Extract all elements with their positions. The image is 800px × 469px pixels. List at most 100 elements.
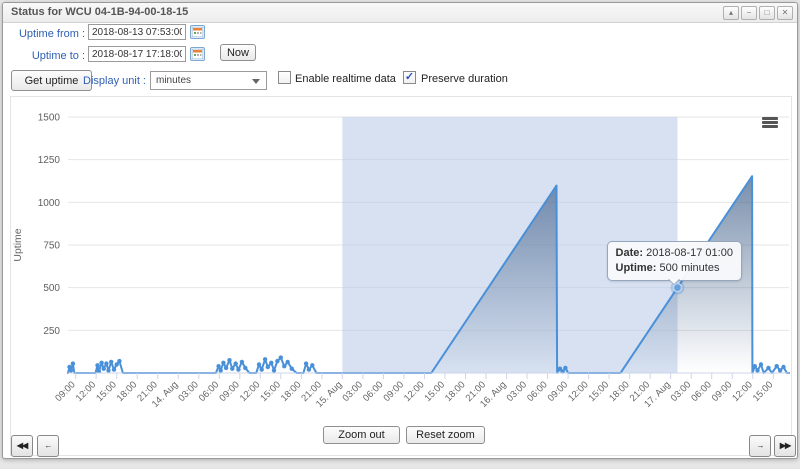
chart-menu-button[interactable]	[759, 114, 781, 134]
data-point	[269, 361, 273, 365]
x-tick-label: 12:00	[238, 379, 263, 404]
page-next-button[interactable]: →	[749, 435, 771, 457]
uptime-from-calendar-icon[interactable]	[190, 25, 205, 39]
data-point	[227, 358, 231, 362]
y-tick-label: 1000	[38, 198, 61, 209]
x-tick-label: 15:00	[751, 379, 776, 404]
x-tick-label: 09:00	[546, 379, 571, 404]
x-tick-label: 15:00	[423, 379, 448, 404]
enable-realtime-checkbox[interactable]	[278, 71, 291, 84]
display-unit-select[interactable]: minutes	[150, 71, 267, 90]
data-point	[240, 360, 244, 364]
tooltip-uptime-label: Uptime:	[616, 262, 657, 274]
uptime-from-input[interactable]	[88, 24, 186, 40]
data-point	[275, 359, 279, 363]
y-tick-label: 750	[43, 241, 60, 252]
x-tick-label: 12:00	[402, 379, 427, 404]
data-point	[221, 361, 225, 365]
x-tick-label: 12:00	[566, 379, 591, 404]
display-unit-value: minutes	[156, 75, 191, 86]
data-point	[216, 364, 220, 368]
x-tick-label: 03:00	[340, 379, 365, 404]
data-point	[243, 366, 247, 370]
x-tick-label: 15:00	[587, 379, 612, 404]
data-point	[260, 367, 264, 371]
x-tick-label: 18:00	[443, 379, 468, 404]
data-point	[766, 366, 770, 370]
page-first-button[interactable]: ◀◀	[11, 435, 33, 457]
data-point	[266, 365, 270, 369]
x-tick-label: 18:00	[115, 379, 140, 404]
close-window-button[interactable]: ✕	[777, 6, 793, 20]
data-point	[775, 364, 779, 368]
data-point	[290, 367, 294, 371]
x-tick-label: 06:00	[689, 379, 714, 404]
minimize-window-button[interactable]: −	[741, 6, 757, 20]
hamburger-icon	[762, 117, 778, 120]
data-point	[304, 361, 308, 365]
data-point	[109, 360, 113, 364]
x-tick-label: 06:00	[361, 379, 386, 404]
x-tick-label: 03:00	[176, 379, 201, 404]
data-point	[563, 366, 567, 370]
y-axis-title: Uptime	[12, 228, 24, 261]
uptime-to-input[interactable]	[88, 46, 186, 62]
page-last-button[interactable]: ▶▶	[774, 435, 796, 457]
data-point	[781, 365, 785, 369]
y-tick-label: 500	[43, 283, 60, 294]
x-tick-label: 03:00	[505, 379, 530, 404]
data-point	[753, 364, 757, 368]
reset-zoom-button[interactable]: Reset zoom	[406, 426, 485, 444]
tooltip-uptime-value: 500 minutes	[660, 262, 720, 274]
data-point	[112, 367, 116, 371]
data-point	[279, 355, 283, 359]
data-point	[759, 362, 763, 366]
data-point	[263, 357, 267, 361]
window-title: Status for WCU 04-1B-94-00-18-15	[11, 6, 188, 18]
data-point	[282, 364, 286, 368]
data-point	[99, 361, 103, 365]
enable-realtime-label: Enable realtime data	[295, 73, 396, 85]
maximize-window-button[interactable]: □	[759, 6, 775, 20]
data-point	[104, 361, 108, 365]
shade-window-button[interactable]: ▴	[723, 6, 739, 20]
y-tick-label: 1250	[38, 155, 61, 166]
data-point	[224, 366, 228, 370]
uptime-to-calendar-icon[interactable]	[190, 47, 205, 61]
status-window: Status for WCU 04-1B-94-00-18-15 ▴ − □ ✕…	[2, 2, 798, 459]
now-button[interactable]: Now	[220, 44, 256, 61]
x-tick-label: 09:00	[217, 379, 242, 404]
data-point	[778, 368, 782, 372]
data-point	[286, 360, 290, 364]
x-tick-label: 18:00	[279, 379, 304, 404]
x-tick-label: 18:00	[607, 379, 632, 404]
data-point	[106, 368, 110, 372]
window-controls: ▴ − □ ✕	[723, 6, 793, 20]
x-tick-label: 15:00	[94, 379, 119, 404]
tooltip-date-label: Date:	[616, 247, 644, 259]
data-point	[102, 367, 106, 371]
title-bar[interactable]: Status for WCU 04-1B-94-00-18-15 ▴ − □ ✕	[3, 3, 797, 23]
data-point	[236, 367, 240, 371]
x-tick-label: 06:00	[525, 379, 550, 404]
tooltip-date-value: 2018-08-17 01:00	[646, 247, 733, 259]
data-point	[219, 368, 223, 372]
data-point	[257, 362, 261, 366]
page-prev-button[interactable]: ←	[37, 435, 59, 457]
x-tick-label: 06:00	[197, 379, 222, 404]
data-point	[755, 368, 759, 372]
data-point	[272, 368, 276, 372]
data-point	[95, 363, 99, 367]
data-point	[234, 361, 238, 365]
chevron-down-icon	[252, 79, 260, 84]
y-tick-label: 1500	[38, 113, 61, 124]
data-point	[310, 363, 314, 367]
x-tick-label: 09:00	[381, 379, 406, 404]
display-unit-label: Display unit :	[63, 75, 146, 87]
uptime-to-label: Uptime to :	[3, 50, 85, 62]
preserve-duration-checkbox[interactable]: ✓	[403, 71, 416, 84]
x-tick-label: 15:00	[258, 379, 283, 404]
zoom-out-button[interactable]: Zoom out	[323, 426, 400, 444]
x-tick-label: 03:00	[669, 379, 694, 404]
preserve-duration-label: Preserve duration	[421, 73, 508, 85]
